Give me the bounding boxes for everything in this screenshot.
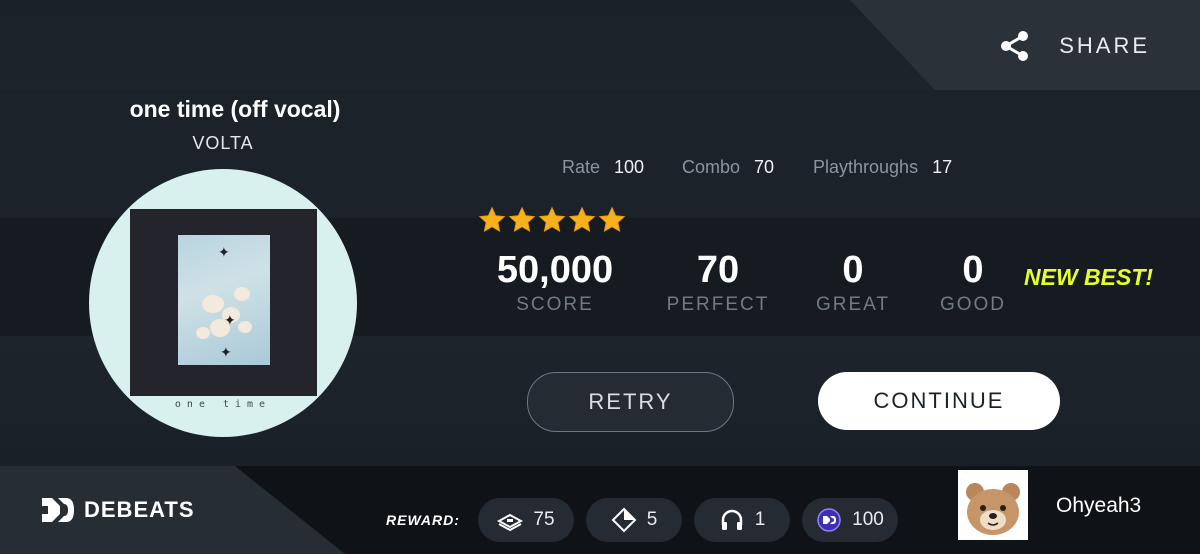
perfect-result: 70 PERFECT <box>656 250 780 316</box>
reward-label: REWARD: <box>386 512 460 528</box>
reward-coin: 100 <box>802 498 898 542</box>
stat-rate-value: 100 <box>614 157 645 177</box>
stat-rate: Rate 100 <box>562 157 644 178</box>
reward-headphones: 1 <box>694 498 790 542</box>
star-rating <box>478 206 626 234</box>
reward-diamond: 5 <box>586 498 682 542</box>
stat-combo-value: 70 <box>754 157 775 177</box>
star-icon <box>568 206 596 232</box>
cover-photo: ✦ ✦ ✦ <box>178 235 270 365</box>
good-result: 0 GOOD <box>934 250 1012 316</box>
good-label: GOOD <box>939 294 1007 315</box>
great-result: 0 GREAT <box>806 250 900 316</box>
star-icon <box>538 206 566 232</box>
album-art: ✦ ✦ ✦ one time <box>89 169 357 437</box>
star-icon <box>598 206 626 232</box>
bear-avatar[interactable] <box>958 470 1028 540</box>
reward-diamond-value: 5 <box>646 509 658 530</box>
continue-button[interactable]: CONTINUE <box>818 372 1060 430</box>
share-button[interactable]: SHARE <box>997 26 1150 66</box>
score-value: 50,000 <box>496 249 614 291</box>
share-icon <box>1001 31 1029 61</box>
stat-combo-label: Combo <box>682 157 741 177</box>
album-cover: ✦ ✦ ✦ <box>130 209 317 396</box>
reward-ticket-value: 75 <box>533 509 555 530</box>
new-best-badge: NEW BEST! <box>1024 264 1154 290</box>
song-artist: VOLTA <box>192 133 254 153</box>
star-icon <box>478 206 506 232</box>
headphones-icon <box>721 509 742 530</box>
bear-icon <box>966 483 1020 535</box>
great-label: GREAT <box>815 294 891 315</box>
star-icon <box>508 206 536 232</box>
perfect-label: PERFECT <box>666 294 770 315</box>
username: Ohyeah3 <box>1056 494 1142 517</box>
great-value: 0 <box>842 249 864 291</box>
stat-playthroughs-label: Playthroughs <box>813 157 919 177</box>
coin-icon <box>817 508 841 532</box>
reward-ticket: 75 <box>478 498 574 542</box>
ticket-icon <box>497 513 524 532</box>
share-label: SHARE <box>1059 33 1150 58</box>
debeats-logo: DEBEATS <box>40 496 195 524</box>
stat-combo: Combo 70 <box>682 157 774 178</box>
reward-coin-value: 100 <box>852 509 884 530</box>
retry-button[interactable]: RETRY <box>527 372 734 432</box>
score-label: SCORE <box>516 294 594 315</box>
stat-playthroughs-value: 17 <box>932 157 953 177</box>
diamond-icon <box>611 507 637 533</box>
song-title: one time (off vocal) <box>129 96 341 122</box>
logo-text: DEBEATS <box>84 497 195 522</box>
score-result: 50,000 SCORE <box>488 250 622 316</box>
good-value: 0 <box>962 249 984 291</box>
stat-rate-label: Rate <box>562 157 601 177</box>
debeats-logo-icon <box>42 498 74 522</box>
reward-headphones-value: 1 <box>754 509 766 530</box>
cover-caption: one time <box>174 399 272 410</box>
stat-playthroughs: Playthroughs 17 <box>813 157 952 178</box>
perfect-value: 70 <box>696 249 740 291</box>
